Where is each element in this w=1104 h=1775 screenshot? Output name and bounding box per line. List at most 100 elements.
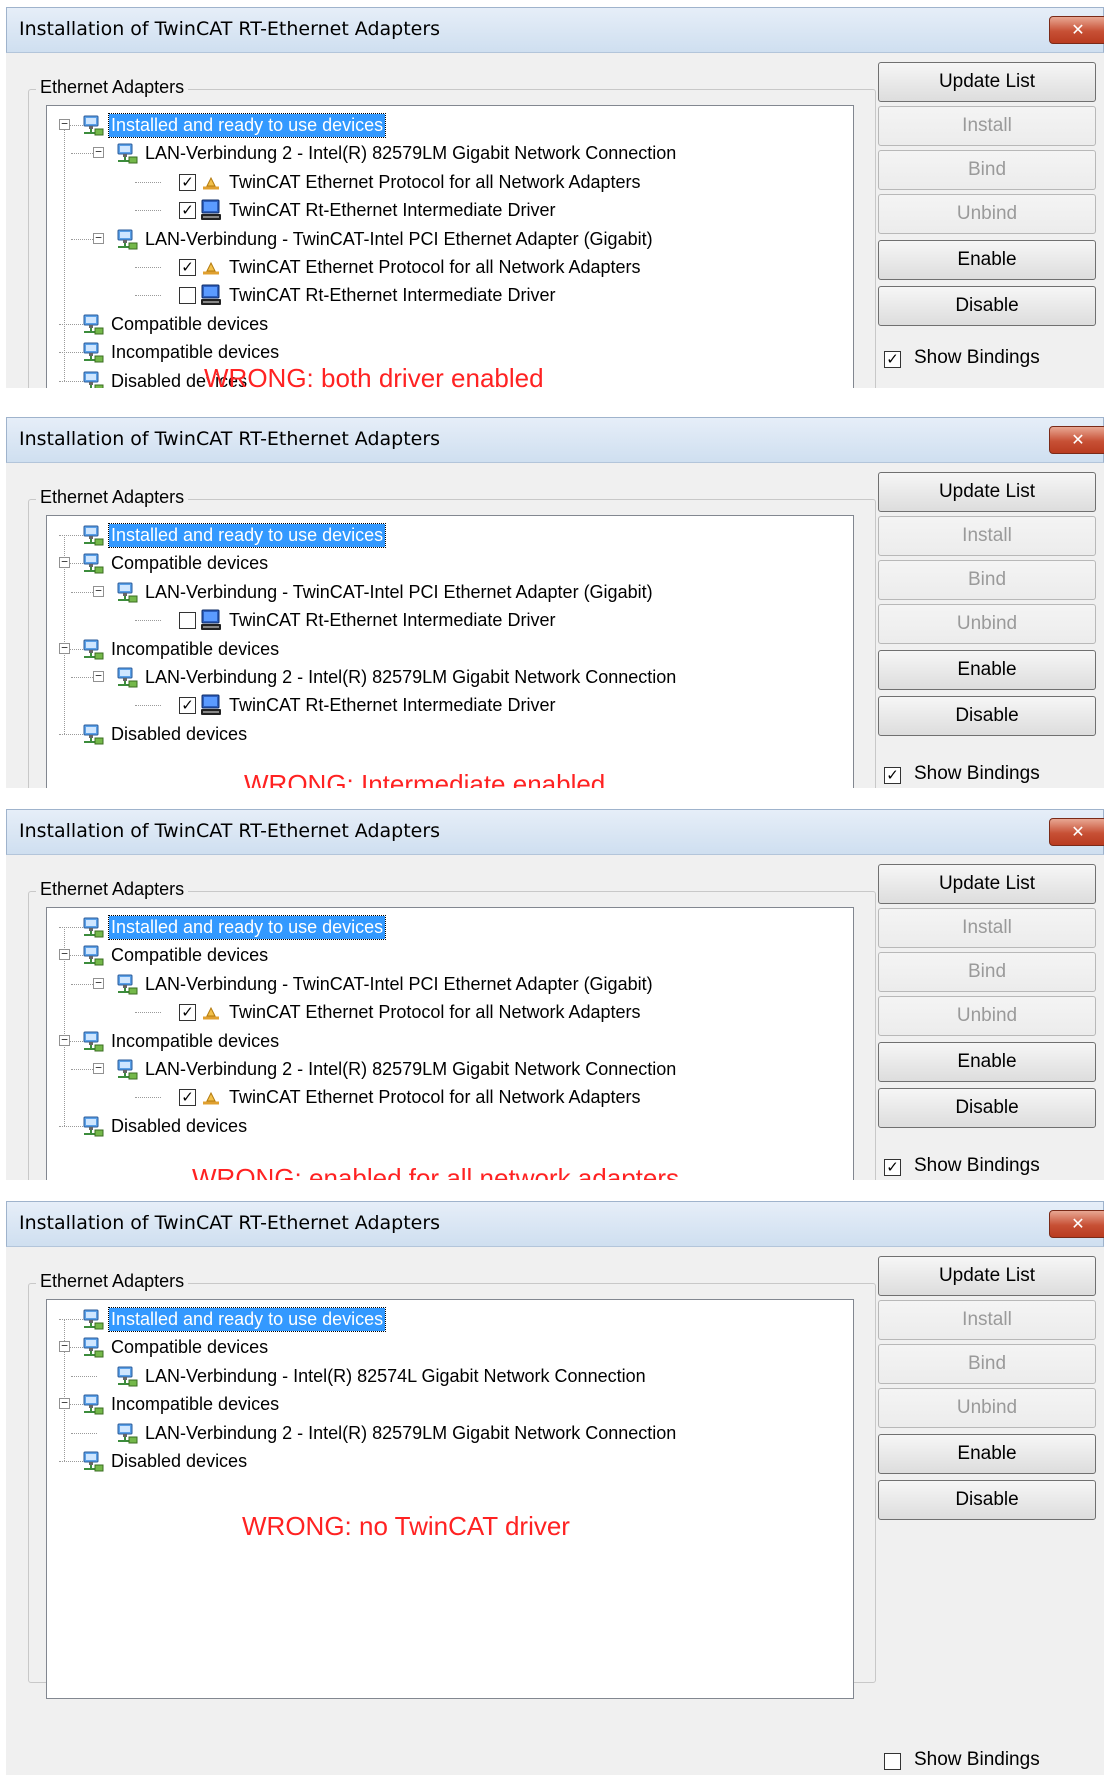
- enable-button[interactable]: Enable: [878, 1434, 1096, 1474]
- network-adapter-icon: [115, 1364, 139, 1388]
- update-list-button[interactable]: Update List: [878, 864, 1096, 904]
- tree-item-label: Disabled devices: [111, 1115, 248, 1136]
- tree-connector: [59, 323, 83, 325]
- binding-checkbox[interactable]: ✓: [179, 1089, 196, 1107]
- binding-checkbox[interactable]: ✓: [179, 697, 196, 715]
- adapter-tree[interactable]: − Installed and ready to use devices − LAN-…: [46, 105, 854, 388]
- collapse-toggle[interactable]: −: [59, 556, 70, 569]
- network-adapter-icon: [115, 972, 139, 996]
- driver-icon: [199, 608, 223, 632]
- tree-connector: [135, 210, 161, 212]
- collapse-toggle[interactable]: −: [59, 1340, 70, 1353]
- tree-item-label: Incompatible devices: [111, 1394, 280, 1415]
- disable-button[interactable]: Disable: [878, 286, 1096, 326]
- tree-item-label: Compatible devices: [111, 1337, 269, 1358]
- tree-connector: [59, 1125, 83, 1127]
- update-list-button[interactable]: Update List: [878, 472, 1096, 512]
- network-adapter-icon: [81, 637, 105, 661]
- close-button[interactable]: ✕: [1049, 818, 1104, 846]
- show-bindings-label: Show Bindings: [914, 347, 1040, 368]
- binding-checkbox[interactable]: [179, 287, 196, 305]
- collapse-toggle[interactable]: −: [59, 948, 70, 961]
- close-button[interactable]: ✕: [1049, 1210, 1104, 1238]
- unbind-button: Unbind: [878, 194, 1096, 234]
- close-icon: ✕: [1071, 822, 1085, 841]
- collapse-toggle[interactable]: −: [93, 670, 104, 682]
- tree-item-label: TwinCAT Rt-Ethernet Intermediate Driver: [229, 610, 556, 631]
- show-bindings-label: Show Bindings: [914, 1155, 1040, 1176]
- network-adapter-icon: [81, 369, 105, 388]
- binding-checkbox[interactable]: ✓: [179, 202, 196, 220]
- network-adapter-icon: [81, 113, 105, 137]
- network-adapter-icon: [81, 915, 105, 939]
- tree-connector: [135, 1097, 161, 1099]
- tree-item-label: TwinCAT Rt-Ethernet Intermediate Driver: [229, 200, 556, 221]
- install-button: Install: [878, 1300, 1096, 1340]
- network-adapter-icon: [81, 1392, 105, 1416]
- binding-checkbox[interactable]: ✓: [179, 173, 196, 191]
- collapse-toggle[interactable]: −: [59, 1034, 70, 1046]
- checkbox-box[interactable]: [884, 1753, 901, 1770]
- dialog-window: Installation of TwinCAT RT-Ethernet Adap…: [6, 809, 1104, 1180]
- collapse-toggle[interactable]: −: [93, 977, 104, 989]
- protocol-icon: [199, 1085, 223, 1109]
- collapse-toggle[interactable]: −: [93, 146, 104, 159]
- warning-annotation: WRONG: no TwinCAT driver: [242, 1511, 570, 1541]
- tree-item-label: Installed and ready to use devices: [107, 1307, 387, 1332]
- tree-item-label: Incompatible devices: [111, 1030, 280, 1051]
- checkbox-box[interactable]: ✓: [884, 1159, 901, 1176]
- close-button[interactable]: ✕: [1049, 16, 1104, 44]
- collapse-toggle[interactable]: −: [93, 232, 104, 244]
- driver-icon: [199, 283, 223, 307]
- driver-icon: [199, 198, 223, 222]
- enable-button[interactable]: Enable: [878, 1042, 1096, 1082]
- enable-button[interactable]: Enable: [878, 240, 1096, 280]
- checkbox-box[interactable]: ✓: [884, 351, 901, 368]
- title-bar: Installation of TwinCAT RT-Ethernet Adap…: [6, 809, 1104, 855]
- binding-checkbox[interactable]: ✓: [179, 259, 196, 276]
- tree-item-label: LAN-Verbindung 2 - Intel(R) 82579LM Giga…: [145, 143, 677, 164]
- checkbox-box[interactable]: ✓: [884, 767, 901, 784]
- warning-annotation: WRONG: Intermediate enabled: [244, 769, 606, 788]
- tree-item-label: TwinCAT Ethernet Protocol for all Networ…: [229, 1087, 641, 1108]
- disable-button[interactable]: Disable: [878, 1480, 1096, 1520]
- collapse-toggle[interactable]: −: [93, 1062, 104, 1074]
- update-list-button[interactable]: Update List: [878, 1256, 1096, 1296]
- tree-item-label: Compatible devices: [111, 945, 269, 966]
- window-title: Installation of TwinCAT RT-Ethernet Adap…: [19, 18, 441, 40]
- binding-checkbox[interactable]: [179, 612, 196, 630]
- close-icon: ✕: [1071, 430, 1085, 449]
- install-button: Install: [878, 908, 1096, 948]
- tree-item-label: TwinCAT Rt-Ethernet Intermediate Driver: [229, 695, 556, 716]
- tree-connector: [59, 352, 83, 354]
- tree-connector: [71, 1375, 97, 1377]
- tree-item-label: Installed and ready to use devices: [107, 113, 387, 138]
- adapter-tree[interactable]: Installed and ready to use devices − Compa…: [46, 1299, 854, 1699]
- adapter-tree[interactable]: Installed and ready to use devices − Compa…: [46, 515, 854, 788]
- adapter-tree[interactable]: Installed and ready to use devices − Compa…: [46, 907, 854, 1180]
- window-title: Installation of TwinCAT RT-Ethernet Adap…: [19, 820, 441, 842]
- tree-connector: [64, 125, 65, 381]
- bind-button: Bind: [878, 150, 1096, 190]
- disable-button[interactable]: Disable: [878, 696, 1096, 736]
- tree-connector: [59, 380, 83, 382]
- collapse-toggle[interactable]: −: [59, 1397, 70, 1410]
- tree-item-label: Disabled devices: [111, 1451, 248, 1471]
- tree-item-label: Disabled devices: [111, 723, 248, 744]
- title-bar: Installation of TwinCAT RT-Ethernet Adap…: [6, 417, 1104, 463]
- network-adapter-icon: [81, 312, 105, 336]
- close-button[interactable]: ✕: [1049, 426, 1104, 454]
- update-list-button[interactable]: Update List: [878, 62, 1096, 102]
- tree-connector: [59, 1461, 83, 1462]
- tree-connector: [135, 1012, 161, 1014]
- collapse-toggle[interactable]: −: [93, 585, 104, 597]
- install-button: Install: [878, 106, 1096, 146]
- window-title: Installation of TwinCAT RT-Ethernet Adap…: [19, 428, 441, 450]
- binding-checkbox[interactable]: ✓: [179, 1004, 196, 1022]
- disable-button[interactable]: Disable: [878, 1088, 1096, 1128]
- tree-item-label: LAN-Verbindung - TwinCAT-Intel PCI Ether…: [145, 581, 653, 602]
- network-adapter-icon: [81, 1449, 105, 1473]
- collapse-toggle[interactable]: −: [59, 642, 70, 654]
- collapse-toggle[interactable]: −: [59, 118, 70, 130]
- enable-button[interactable]: Enable: [878, 650, 1096, 690]
